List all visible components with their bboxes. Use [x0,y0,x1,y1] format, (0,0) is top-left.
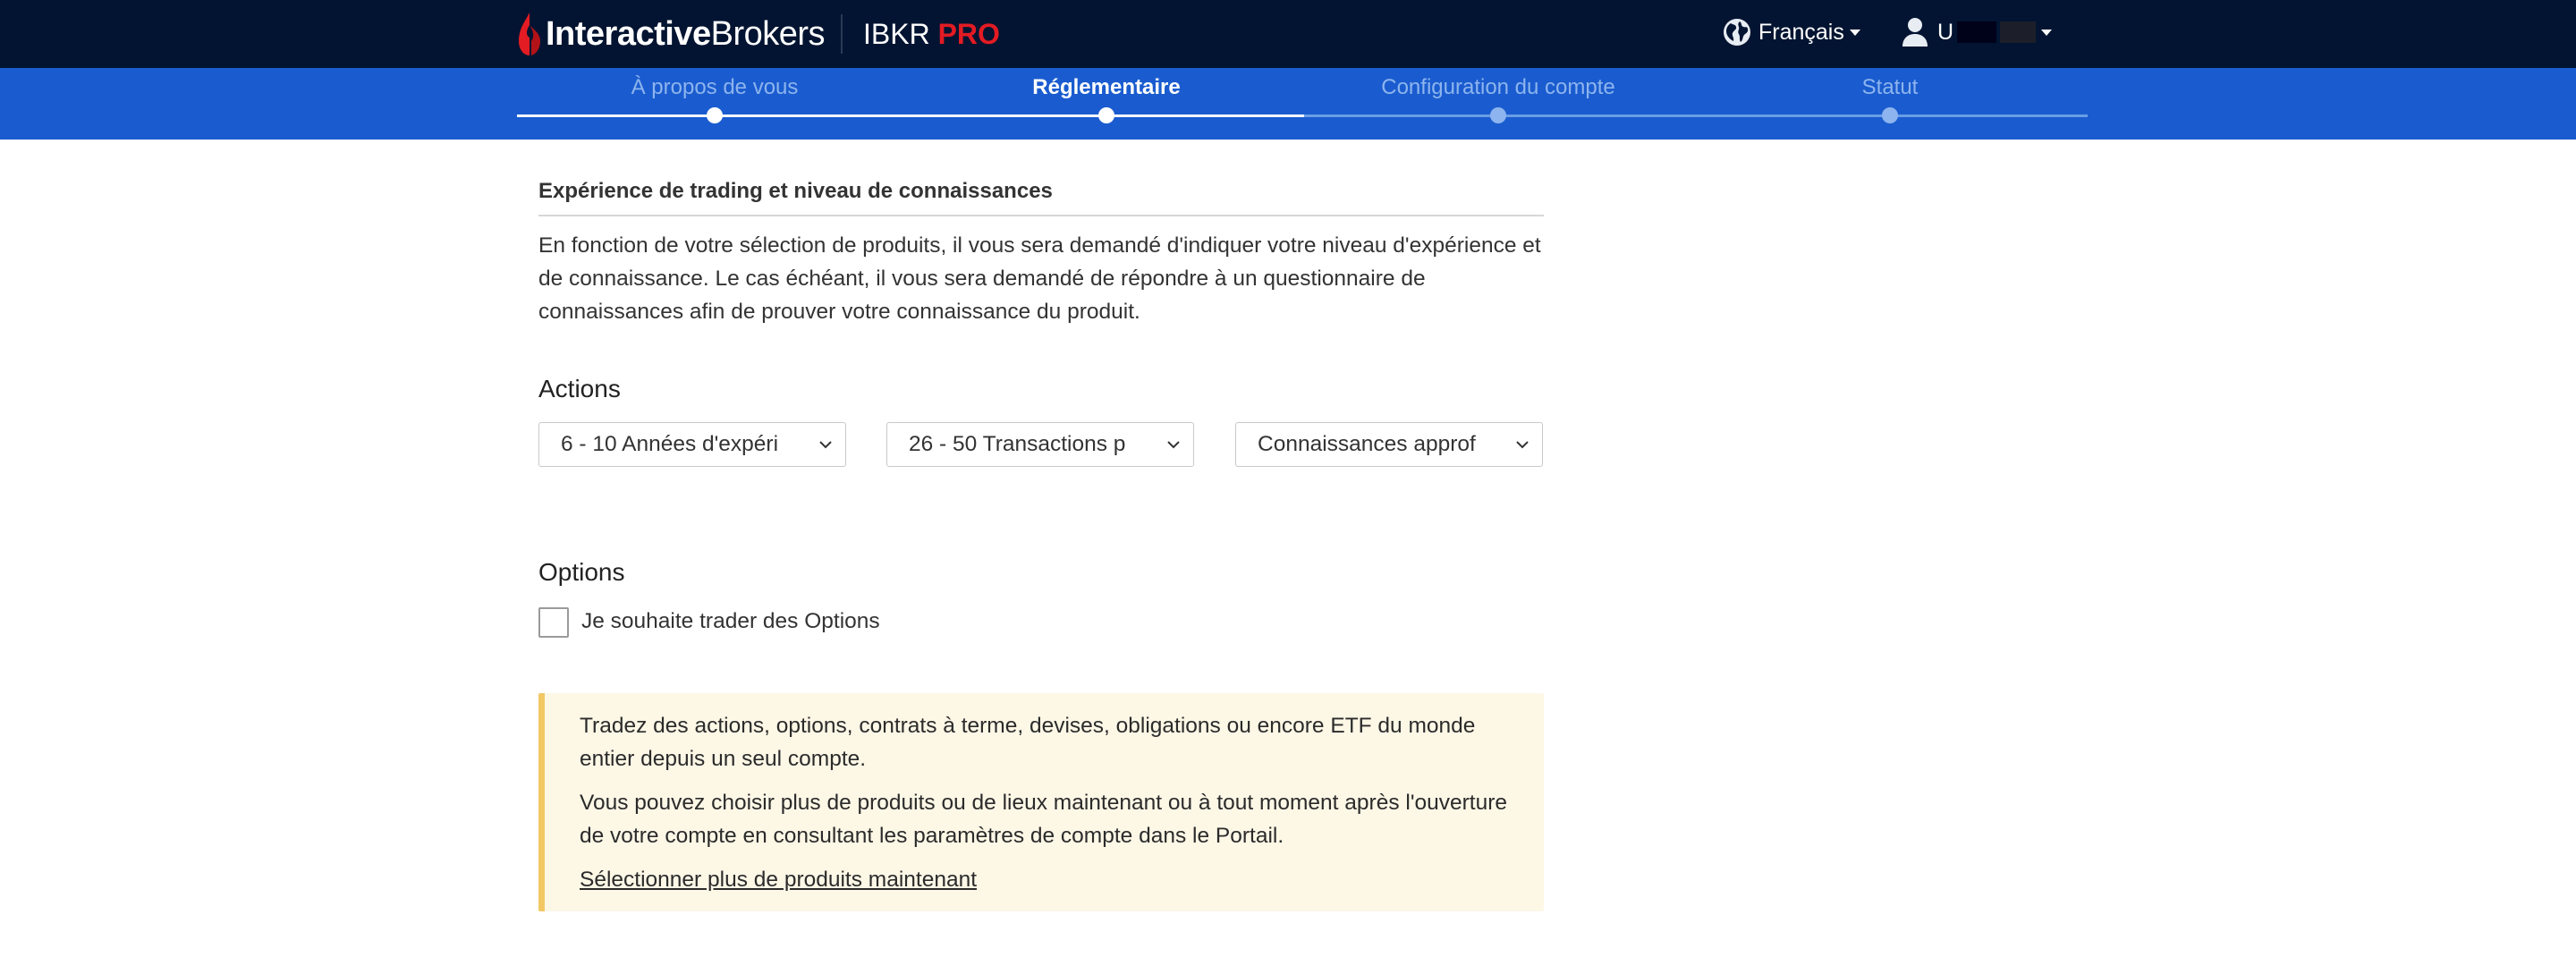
transactions-value: 26 - 50 Transactions p [909,432,1126,456]
redacted-user-id [1957,21,1997,43]
header-divider [841,14,843,54]
step-dot-account-configuration [1490,107,1506,123]
step-dot-about-you[interactable] [707,107,723,123]
section-title: Expérience de trading et niveau de conna… [538,179,1053,203]
chevron-down-icon [2041,29,2053,36]
language-dropdown[interactable]: Français [1723,14,1860,50]
redacted-user-id-part [2000,21,2037,43]
language-label: Français [1758,19,1844,45]
top-navbar: InteractiveBrokers IBKR PRO Français U [0,0,2576,68]
application-progress-bar [0,68,2576,140]
knowledge-value: Connaissances approf [1258,432,1476,456]
progress-track-completed [517,114,1304,117]
step-label-status: Statut [1861,75,1919,99]
chevron-down-icon [1516,441,1529,449]
globe-icon [1724,19,1750,46]
brand-word-bold: Interactive [546,14,711,53]
brand-word-regular: Brokers [710,14,826,53]
step-dot-status [1882,107,1898,123]
actions-heading: Actions [538,375,621,402]
products-info-notice: Tradez des actions, options, contrats à … [538,693,1544,911]
brand-wordmark: InteractiveBrokers [546,14,826,54]
step-label-about-you[interactable]: À propos de vous [631,75,799,100]
options-heading: Options [538,558,625,586]
progress-track-remaining [1304,114,2088,117]
ibkr-pro-label: IBKR PRO [863,16,1000,52]
brand-flame-icon [519,13,540,55]
step-dot-regulatory[interactable] [1098,107,1114,123]
chevron-down-icon [819,441,832,449]
user-menu-dropdown[interactable]: U [1902,13,2053,52]
user-id-prefix: U [1937,19,1954,45]
chevron-down-icon [1849,29,1860,36]
step-label-account-configuration: Configuration du compte [1381,75,1615,99]
experience-years-select[interactable]: 6 - 10 Années d'expéri [538,422,846,467]
trade-options-label[interactable]: Je souhaite trader des Options [581,606,880,637]
chevron-down-icon [1167,441,1180,449]
section-intro: En fonction de votre sélection de produi… [538,233,1541,324]
select-more-products-link[interactable]: Sélectionner plus de produits maintenant [580,863,977,896]
product-name: IBKR [863,18,930,50]
product-suffix: PRO [937,18,1000,50]
section-divider [538,215,1544,216]
user-icon [1902,18,1928,47]
knowledge-level-select[interactable]: Connaissances approf [1235,422,1543,467]
trade-options-checkbox[interactable] [538,607,569,638]
interactive-brokers-logo[interactable]: InteractiveBrokers [517,9,826,59]
notice-paragraph-1: Tradez des actions, options, contrats à … [580,714,1476,771]
transactions-per-year-select[interactable]: 26 - 50 Transactions p [886,422,1194,467]
notice-paragraph-2: Vous pouvez choisir plus de produits ou … [580,791,1508,848]
step-label-regulatory[interactable]: Réglementaire [1032,75,1180,100]
experience-years-value: 6 - 10 Années d'expéri [561,432,779,456]
